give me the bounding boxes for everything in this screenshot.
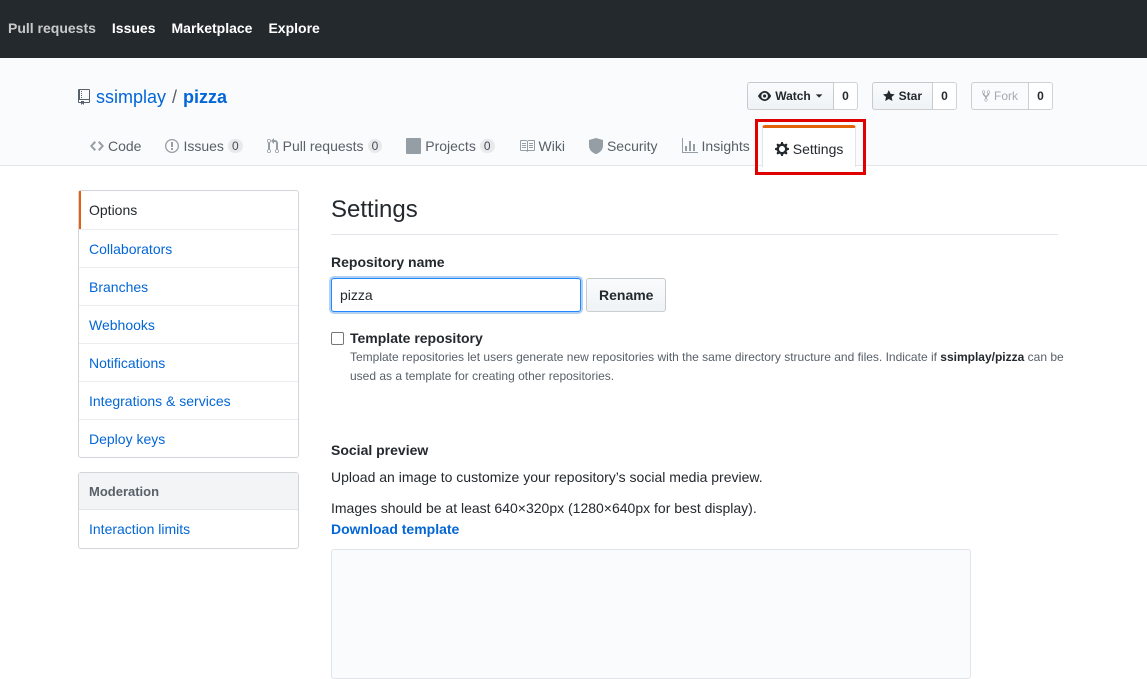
moderation-menu: Moderation Interaction limits: [78, 472, 299, 549]
menu-item-options[interactable]: Options: [79, 191, 298, 229]
tab-pull-requests-label: Pull requests: [282, 137, 364, 154]
star-group: Star 0: [872, 82, 957, 110]
tab-wiki[interactable]: Wiki: [507, 125, 577, 166]
template-label-text: Template repository: [350, 330, 483, 346]
tab-security[interactable]: Security: [577, 125, 670, 166]
star-icon: [883, 90, 895, 101]
star-button[interactable]: Star: [872, 82, 933, 110]
menu-item-deploy-keys[interactable]: Deploy keys: [79, 419, 298, 457]
repo-title: ssimplay / pizza: [78, 86, 227, 108]
issue-icon: [165, 138, 180, 153]
tab-security-label: Security: [606, 137, 658, 154]
tab-code[interactable]: Code: [78, 125, 153, 166]
shield-icon: [588, 137, 603, 154]
pull-request-icon: [266, 137, 279, 153]
repo-icon: [78, 89, 90, 105]
gear-icon: [774, 141, 789, 156]
repo-nav: Code Issues 0 Pull requests 0 Projects 0…: [78, 125, 857, 167]
tab-projects[interactable]: Projects 0: [394, 125, 506, 166]
download-template-link[interactable]: Download template: [331, 521, 459, 537]
tab-projects-count: 0: [479, 138, 495, 153]
social-preview-image[interactable]: [331, 549, 971, 679]
nav-issues[interactable]: Issues: [112, 19, 156, 37]
book-icon: [519, 139, 535, 152]
menu-item-branches[interactable]: Branches: [79, 267, 298, 305]
rename-button[interactable]: Rename: [586, 278, 667, 312]
settings-main: Settings: [331, 190, 1058, 235]
tab-issues-label: Issues: [183, 137, 224, 154]
tab-settings-label: Settings: [792, 140, 844, 157]
watch-group: Watch 0: [747, 82, 858, 110]
star-label: Star: [898, 89, 922, 103]
template-note: Template repositories let users generate…: [350, 348, 1065, 386]
template-note-repo: ssimplay/pizza: [940, 350, 1025, 364]
nav-explore[interactable]: Explore: [268, 19, 319, 37]
template-label: Template repository: [350, 330, 483, 346]
settings-menu: Options Collaborators Branches Webhooks …: [78, 190, 299, 458]
tab-settings[interactable]: Settings: [761, 125, 857, 167]
caret-down-icon: [815, 94, 823, 98]
star-count[interactable]: 0: [933, 82, 957, 110]
repo-name-input[interactable]: [331, 278, 581, 312]
template-note-part3: used as a template for creating other re…: [350, 369, 615, 383]
eye-icon: [758, 91, 772, 101]
menu-item-webhooks[interactable]: Webhooks: [79, 305, 298, 343]
repo-path-separator: /: [172, 87, 178, 107]
tab-insights-label: Insights: [701, 137, 750, 154]
template-note-part2: can be: [1024, 350, 1064, 364]
fork-label: Fork: [994, 89, 1018, 103]
graph-icon: [681, 137, 698, 153]
social-preview-title: Social preview: [331, 442, 429, 458]
moderation-heading: Moderation: [79, 473, 298, 510]
social-preview-description: Upload an image to customize your reposi…: [331, 469, 763, 485]
template-note-part1: Template repositories let users generate…: [350, 350, 941, 364]
menu-item-notifications[interactable]: Notifications: [79, 343, 298, 381]
repo-name-label: Repository name: [331, 254, 445, 270]
tab-insights[interactable]: Insights: [670, 125, 762, 166]
project-icon: [406, 137, 422, 154]
menu-item-integrations[interactable]: Integrations & services: [79, 381, 298, 419]
code-icon: [90, 140, 104, 151]
menu-item-collaborators[interactable]: Collaborators: [79, 229, 298, 267]
watch-label: Watch: [775, 89, 811, 103]
top-nav: Pull requests Issues Marketplace Explore: [8, 19, 336, 37]
nav-pull-requests[interactable]: Pull requests: [8, 19, 96, 37]
menu-item-interaction-limits[interactable]: Interaction limits: [79, 510, 298, 548]
fork-button[interactable]: Fork: [971, 82, 1029, 110]
watch-count[interactable]: 0: [834, 82, 858, 110]
tab-wiki-label: Wiki: [538, 137, 565, 154]
tab-issues[interactable]: Issues 0: [153, 125, 254, 166]
repo-header: ssimplay / pizza Watch 0 Star 0 Fork 0 C…: [0, 58, 1147, 167]
watch-button[interactable]: Watch: [747, 82, 834, 110]
top-header: Pull requests Issues Marketplace Explore: [0, 0, 1147, 58]
tab-projects-label: Projects: [425, 137, 476, 154]
fork-icon: [982, 90, 990, 102]
social-preview-size: Images should be at least 640×320px (128…: [331, 500, 757, 516]
tab-code-label: Code: [108, 137, 142, 154]
nav-marketplace[interactable]: Marketplace: [172, 19, 253, 37]
fork-count[interactable]: 0: [1029, 82, 1053, 110]
template-checkbox[interactable]: [331, 332, 344, 345]
tab-pull-requests[interactable]: Pull requests 0: [255, 125, 395, 166]
tab-pull-requests-count: 0: [367, 138, 383, 153]
repo-name-link[interactable]: pizza: [183, 86, 227, 108]
repo-owner-link[interactable]: ssimplay: [96, 86, 166, 108]
tab-issues-count: 0: [227, 138, 243, 153]
page-title: Settings: [331, 190, 1058, 235]
fork-group: Fork 0: [971, 82, 1053, 110]
